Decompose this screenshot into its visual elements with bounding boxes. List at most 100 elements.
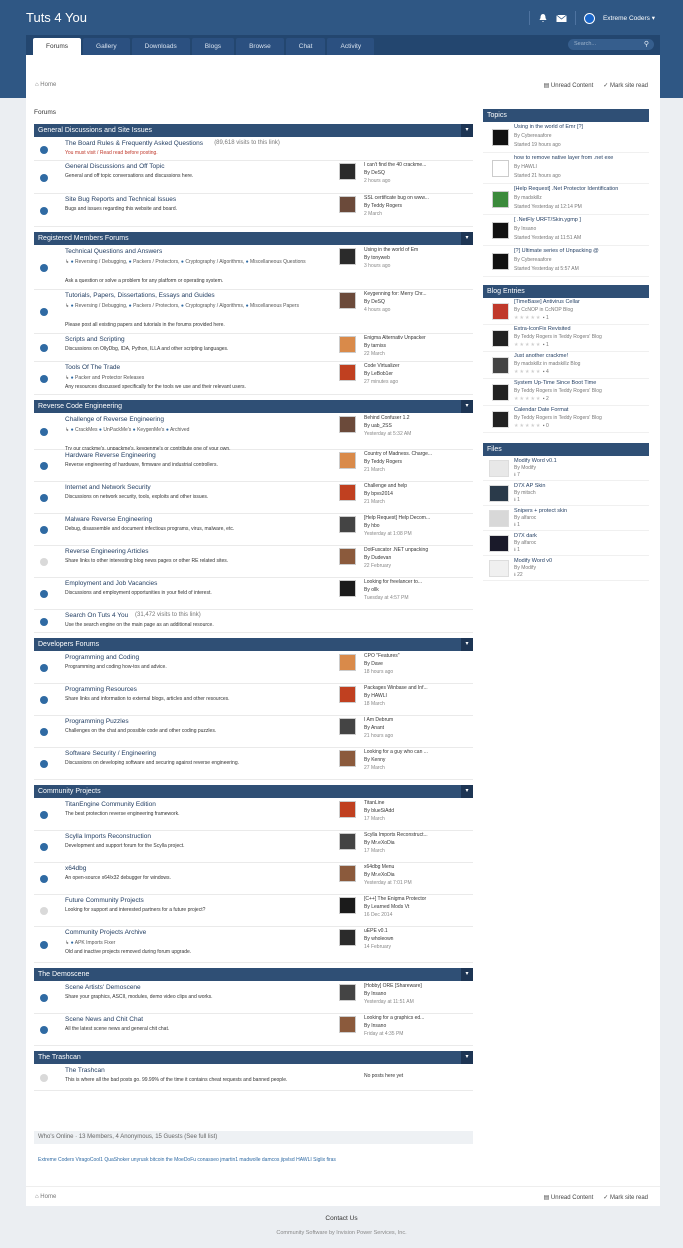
avatar[interactable] [339,984,356,1001]
topic-author[interactable]: By HAWLI [514,164,537,170]
last-post-author[interactable]: By DeSQ [364,299,385,305]
last-post-title[interactable]: I Am Debrum [364,717,393,723]
subforum-link[interactable]: KeygenMe's [137,427,164,433]
footer-contact[interactable]: Contact Us [0,1215,683,1222]
subforum-link[interactable]: Packers / Protectors, [133,303,179,309]
last-post-title[interactable]: Looking for a graphics ed... [364,1015,424,1021]
topic-item[interactable]: [Help Request] .Net Protector Identifica… [483,184,649,215]
footer-powered[interactable]: Community Software by Invision Power Ser… [0,1230,683,1236]
avatar[interactable] [339,801,356,818]
last-post-title[interactable]: Enigma Alternativ Unpacker [364,335,426,341]
mail-icon[interactable] [556,14,567,23]
breadcrumb-home[interactable]: Home [40,82,56,88]
forum-title[interactable]: TitanEngine Community Edition [65,801,156,808]
last-post-author[interactable]: By Dudevan [364,555,391,561]
forum-title[interactable]: Employment and Job Vacancies [65,580,157,587]
forum-title[interactable]: Site Bug Reports and Technical Issues [65,196,176,203]
category-header[interactable]: Developers Forums ▾ [34,638,473,651]
avatar[interactable] [339,336,356,353]
unread-content-link[interactable]: ▤ Unread Content [544,82,594,89]
forum-row[interactable]: Tutorials, Papers, Dissertations, Essays… [34,290,473,334]
subforum-link[interactable]: APK Imports Fixer [75,940,116,946]
file-item[interactable]: D7X dark By alfaroc ⭳ 1 [483,531,649,556]
online-member-list[interactable]: Extreme Coders ViragoCool1 QuaShoker uny… [38,1157,336,1163]
forum-title[interactable]: Scripts and Scripting [65,336,125,343]
forum-row[interactable]: Scripts and Scripting Discussions on Olly… [34,334,473,362]
avatar[interactable] [492,222,509,239]
tab-forums[interactable]: Forums [33,38,82,55]
category-header[interactable]: Community Projects ▾ [34,785,473,798]
blog-author[interactable]: By Teddy Rogers in Teddy Rogers' Blog [514,415,602,421]
blog-title[interactable]: Just another crackme! [514,353,568,359]
avatar[interactable] [492,303,509,320]
last-post-title[interactable]: Country of Madness. Charge... [364,451,432,457]
forum-row[interactable]: Challenge of Reverse Engineering ↳ ● Crac… [34,414,473,452]
subforum-link[interactable]: Reversing / Debugging, [75,259,127,265]
last-post-author[interactable]: By tonyweb [364,255,390,261]
last-post-author[interactable]: By Mr.eXoDia [364,872,395,878]
last-post-title[interactable]: Scylla Imports Reconstruct... [364,832,428,838]
chevron-down-icon[interactable]: ▾ [461,638,473,651]
forum-title[interactable]: Challenge of Reverse Engineering [65,416,164,423]
forum-title[interactable]: Tutorials, Papers, Dissertations, Essays… [65,292,215,299]
forum-title[interactable]: Scene News and Chit Chat [65,1016,143,1023]
last-post-author[interactable]: By hbo [364,523,380,529]
avatar[interactable] [492,129,509,146]
user-menu[interactable]: Extreme Coders ▾ [603,14,655,22]
category-title[interactable]: Registered Members Forums [38,235,129,242]
forum-row[interactable]: Software Security / Engineering Discussio… [34,748,473,780]
file-item[interactable]: Snipers + protect skin By alfaroc ⭳ 1 [483,506,649,531]
avatar[interactable] [339,929,356,946]
forum-row[interactable]: Technical Questions and Answers ↳ ● Rever… [34,246,473,290]
last-post-title[interactable]: DotFuscator .NET unpacking [364,547,428,553]
avatar[interactable] [339,416,356,433]
online-title[interactable]: Who's Online [38,1134,74,1140]
forum-row[interactable]: Reverse Engineering Articles Share links … [34,546,473,578]
blog-entry[interactable]: System Up-Time Since Boot Time By Teddy R… [483,379,649,406]
forum-title[interactable]: Programming and Coding [65,654,139,661]
blog-title[interactable]: System Up-Time Since Boot Time [514,380,596,386]
forum-row[interactable]: General Discussions and Off Topic General… [34,161,473,194]
category-header[interactable]: Registered Members Forums ▾ [34,232,473,245]
topic-title[interactable]: Using in the world of Emr [?] [514,124,583,130]
forum-title[interactable]: The Board Rules & Frequently Asked Quest… [65,140,203,147]
breadcrumb-home[interactable]: Home [40,1194,56,1200]
avatar[interactable] [492,253,509,270]
topic-author[interactable]: By Cybereaafore [514,257,552,263]
avatar[interactable] [492,411,509,428]
file-thumbnail[interactable] [489,460,509,477]
avatar[interactable] [339,163,356,180]
blog-author[interactable]: By Teddy Rogers in Teddy Rogers' Blog [514,334,602,340]
subforum-link[interactable]: Miscellaneous Papers [250,303,299,309]
forum-title[interactable]: Search On Tuts 4 You [65,612,128,619]
forum-title[interactable]: Reverse Engineering Articles [65,548,148,555]
chevron-down-icon[interactable]: ▾ [461,1051,473,1064]
forum-row[interactable]: Malware Reverse Engineering Debug, disass… [34,514,473,546]
file-thumbnail[interactable] [489,485,509,502]
last-post-author[interactable]: By Teddy Rogers [364,459,402,465]
last-post-author[interactable]: By LeBob1er [364,371,393,377]
avatar[interactable] [339,750,356,767]
avatar[interactable] [492,330,509,347]
avatar[interactable] [339,364,356,381]
topic-author[interactable]: By Cybereaafore [514,133,552,139]
file-title[interactable]: D7X AP Skin [514,483,545,489]
blog-title[interactable]: Calendar Date Format [514,407,568,413]
forum-title[interactable]: Programming Resources [65,686,137,693]
last-post-author[interactable]: By tarniss [364,343,386,349]
last-post-author[interactable]: By blueSiAdd [364,808,394,814]
topic-author[interactable]: By Insano [514,226,536,232]
last-post-author[interactable]: By Teddy Rogers [364,203,402,209]
search-icon[interactable]: ⚲ [644,39,649,50]
blog-entry[interactable]: Calendar Date Format By Teddy Rogers in T… [483,406,649,433]
topic-item[interactable]: [?] Ultimate series of Unpacking @ By Cyb… [483,246,649,277]
avatar[interactable] [339,248,356,265]
topic-item[interactable]: Using in the world of Emr [?] By Cybereaa… [483,122,649,153]
category-header[interactable]: General Discussions and Site Issues ▾ [34,124,473,137]
file-title[interactable]: Modify Word v0.1 [514,458,557,464]
last-post-title[interactable]: Code Virtualizer [364,363,399,369]
last-post-author[interactable]: By Dave [364,661,383,667]
last-post-author[interactable]: By Kenny [364,757,385,763]
avatar[interactable] [339,484,356,501]
blog-entry[interactable]: Extra-IconFix Revisited By Teddy Rogers i… [483,325,649,352]
